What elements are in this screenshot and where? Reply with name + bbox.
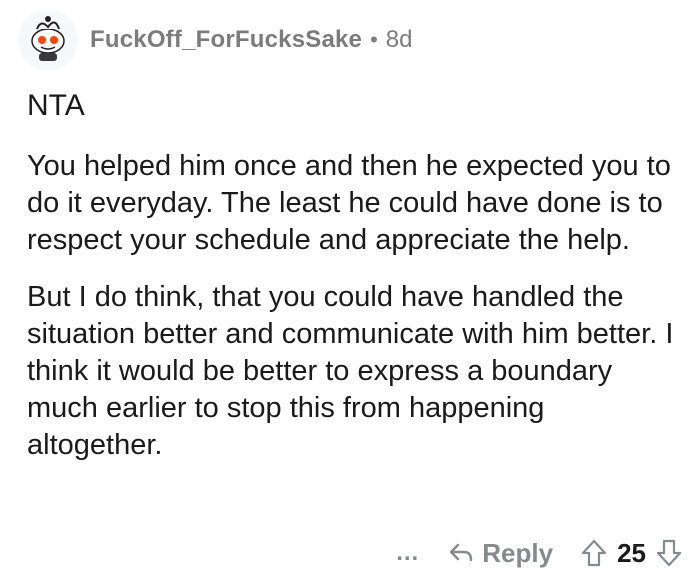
reddit-snoo-icon bbox=[21, 11, 75, 70]
comment-paragraph-2: But I do think, that you could have hand… bbox=[27, 281, 674, 461]
reply-button[interactable]: Reply bbox=[448, 538, 553, 569]
comment-age: 8d bbox=[385, 26, 413, 53]
comment-verdict: NTA bbox=[27, 89, 85, 122]
comment-actions: … Reply 25 bbox=[395, 535, 682, 571]
comment-body: NTA You helped him once and then he expe… bbox=[27, 88, 677, 464]
vote-controls: 25 bbox=[581, 538, 682, 569]
downvote-arrow-icon[interactable] bbox=[656, 539, 682, 567]
avatar[interactable] bbox=[18, 10, 78, 70]
reply-arrow-icon bbox=[448, 542, 474, 564]
upvote-arrow-icon[interactable] bbox=[581, 539, 607, 567]
meta-separator: • bbox=[370, 27, 378, 52]
username[interactable]: FuckOff_ForFucksSake bbox=[90, 26, 362, 54]
more-options-button[interactable]: … bbox=[395, 539, 420, 567]
comment-paragraph-1: You helped him once and then he expected… bbox=[27, 150, 671, 256]
reply-label: Reply bbox=[482, 537, 554, 568]
comment-header: FuckOff_ForFucksSake • 8d bbox=[18, 8, 413, 72]
vote-count: 25 bbox=[617, 537, 646, 568]
